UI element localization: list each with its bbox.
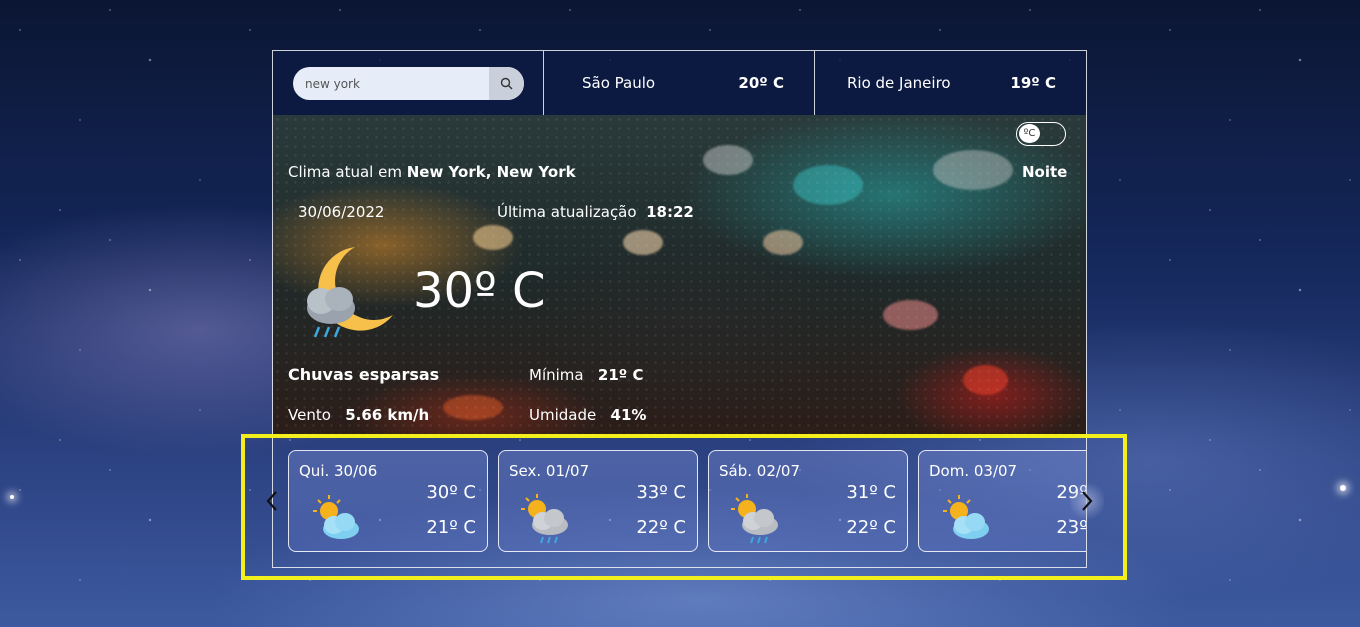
star [10, 495, 14, 499]
forecast-card[interactable]: Sáb. 02/07 31º C 22º C [708, 450, 908, 552]
search-input[interactable] [293, 67, 488, 100]
min-label: Mínima [529, 366, 584, 384]
period-label: Noite [1022, 163, 1068, 181]
star [1340, 485, 1346, 491]
forecast-min: 22º C [846, 517, 896, 538]
moon-rain-cloud-icon [307, 247, 393, 338]
forecast-max: 30º C [426, 482, 476, 503]
forecast-date: Sex. 01/07 [509, 462, 590, 480]
humidity-label: Umidade [529, 406, 597, 424]
forecast-min: 22º C [636, 517, 686, 538]
sun-rain-cloud-icon [731, 494, 778, 544]
min-temp: Mínima 21º C [529, 366, 643, 384]
wind-value: 5.66 km/h [345, 406, 430, 424]
current-date: 30/06/2022 [298, 203, 385, 221]
carousel-prev-button[interactable] [255, 480, 289, 522]
search-icon [500, 77, 513, 90]
last-update-time: 18:22 [646, 203, 694, 221]
location-line: Clima atual em New York, New York [288, 163, 576, 181]
search-button[interactable] [489, 67, 524, 100]
forecast-max: 31º C [846, 482, 896, 503]
unit-toggle[interactable]: ºC [1016, 122, 1066, 146]
last-update-label: Última atualização [497, 203, 637, 221]
forecast-card[interactable]: Dom. 03/07 29º C 23º C [918, 450, 1086, 552]
last-update: Última atualização 18:22 [497, 203, 694, 221]
sun-rain-cloud-icon [521, 494, 568, 544]
current-temperature: 30º C [413, 263, 546, 319]
forecast-min: 21º C [426, 517, 476, 538]
location-name: New York, New York [406, 163, 576, 181]
unit-toggle-knob: ºC [1019, 124, 1040, 143]
forecast-date: Sáb. 02/07 [719, 462, 800, 480]
current-weather-panel: ºC Clima atual em New York, New York Noi… [273, 115, 1086, 435]
forecast-card[interactable]: Qui. 30/06 30º C 21º C [288, 450, 488, 552]
city-temp: 20º C [738, 74, 784, 92]
forecast-max: 33º C [636, 482, 686, 503]
city-name: São Paulo [582, 74, 656, 92]
humidity-value: 41% [610, 406, 647, 424]
sun-cloud-icon [313, 495, 359, 539]
forecast-date: Dom. 03/07 [929, 462, 1018, 480]
saved-city-rio-de-janeiro[interactable]: Rio de Janeiro 19º C [815, 51, 1086, 115]
humidity: Umidade 41% [529, 406, 646, 424]
saved-city-sao-paulo[interactable]: São Paulo 20º C [544, 51, 815, 115]
search-cell [273, 51, 544, 115]
condition-text: Chuvas esparsas [288, 365, 440, 384]
forecast-card[interactable]: Sex. 01/07 33º C 22º C [498, 450, 698, 552]
city-name: Rio de Janeiro [847, 74, 951, 92]
location-prefix: Clima atual em [288, 163, 402, 181]
top-bar: São Paulo 20º C Rio de Janeiro 19º C [273, 51, 1086, 115]
wind: Vento 5.66 km/h [288, 406, 429, 424]
search-box [293, 67, 524, 100]
forecast-carousel: Qui. 30/06 30º C 21º C Sex. 01/07 33º C … [273, 438, 1086, 568]
forecast-date: Qui. 30/06 [299, 462, 378, 480]
city-temp: 19º C [1010, 74, 1056, 92]
chevron-right-icon [1082, 491, 1093, 511]
chevron-left-icon [266, 491, 277, 511]
sun-cloud-icon [943, 495, 989, 539]
carousel-next-button[interactable] [1070, 480, 1104, 522]
min-value: 21º C [597, 366, 644, 384]
wind-label: Vento [288, 406, 331, 424]
